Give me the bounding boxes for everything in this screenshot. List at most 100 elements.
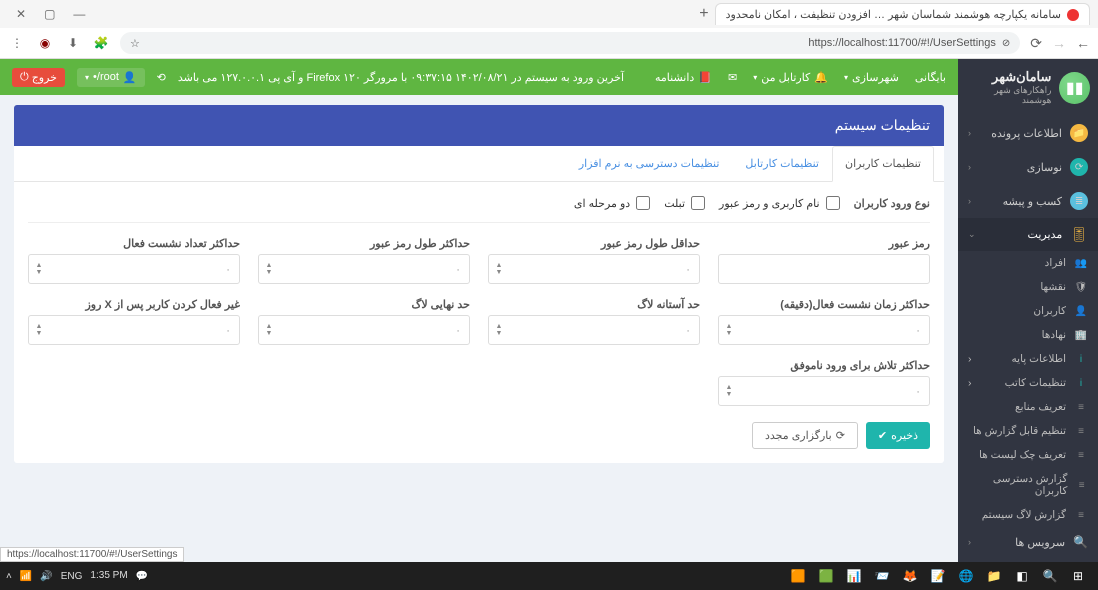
topbar-wiki[interactable]: 📕دانشنامه bbox=[655, 71, 712, 84]
sidebar-item-renovation[interactable]: ⟳نوسازی ‹ bbox=[958, 150, 1098, 184]
user-menu[interactable]: 👤root/• ▾ bbox=[77, 68, 145, 87]
history-icon[interactable]: ⟲ bbox=[157, 71, 166, 84]
task-search-icon[interactable]: 🔍 bbox=[1036, 562, 1064, 590]
taskbar-app[interactable]: 📊 bbox=[840, 562, 868, 590]
stepper[interactable]: ▲▼ bbox=[491, 257, 507, 281]
tray-clock[interactable]: 1:35 PM bbox=[90, 571, 127, 581]
bookmark-icon[interactable]: ☆ bbox=[130, 37, 140, 50]
nav-reload-icon[interactable]: ⟳ bbox=[1030, 35, 1042, 52]
taskbar-app[interactable]: 🟩 bbox=[812, 562, 840, 590]
opt-two-factor[interactable]: دو مرحله ای bbox=[574, 196, 650, 210]
tray-notifications-icon[interactable]: 💬 bbox=[136, 571, 148, 582]
log-final-input[interactable]: ▲▼ bbox=[258, 315, 470, 345]
login-type-row: نوع ورود کاربران نام کاربری و رمز عبور ت… bbox=[28, 196, 930, 223]
sidebar-item-user-access-report[interactable]: ≡گزارش دسترسی کاربران bbox=[958, 467, 1098, 503]
max-session-time-input[interactable]: ▲▼ bbox=[718, 315, 930, 345]
sidebar-item-business[interactable]: ≣کسب و پیشه ‹ bbox=[958, 184, 1098, 218]
sidebar-item-services[interactable]: 🔍سرویس ها ‹ bbox=[958, 527, 1098, 557]
max-session-count-input[interactable]: ▲▼ bbox=[28, 254, 240, 284]
sidebar-item-management[interactable]: 🎚مدیریت ⌄ bbox=[958, 218, 1098, 251]
sidebar-item-define-resources[interactable]: ≡تعریف منابع bbox=[958, 395, 1098, 419]
nav-forward-icon[interactable]: → bbox=[1052, 35, 1066, 51]
min-len-input[interactable]: ▲▼ bbox=[488, 254, 700, 284]
topbar-mail[interactable]: ✉ bbox=[728, 71, 737, 84]
address-bar-row: ← → ⟳ ⊘ https://localhost:11700/#!/UserS… bbox=[0, 28, 1098, 58]
sidebar-item-case-info[interactable]: 📁اطلاعات پرونده ‹ bbox=[958, 116, 1098, 150]
taskbar-app[interactable]: 📝 bbox=[924, 562, 952, 590]
sidebar-item-checklists[interactable]: ≡تعریف چک لیست ها bbox=[958, 443, 1098, 467]
tab-access-settings[interactable]: تنظیمات دسترسی به نرم افزار bbox=[566, 146, 733, 181]
chevron-left-icon: ‹ bbox=[968, 196, 971, 206]
window-maximize[interactable]: ▢ bbox=[44, 7, 55, 21]
field-log-final: حد نهایی لاگ▲▼ bbox=[258, 298, 470, 345]
tab-cartable-settings[interactable]: تنظیمات کارتابل bbox=[732, 146, 832, 181]
reload-icon: ⟳ bbox=[836, 429, 845, 442]
new-tab-button[interactable]: + bbox=[699, 5, 708, 23]
taskbar: ⊞ 🔍 ◧ 📁 🌐 📝 🦊 📨 📊 🟩 🟧 ˄ 📶 🔊 ENG 1:35 PM … bbox=[0, 562, 1098, 590]
reload-button[interactable]: ⟳ بارگزاری مجدد bbox=[752, 422, 858, 449]
url-text: https://localhost:11700/#!/UserSettings bbox=[808, 37, 996, 49]
sidebar-item-roles[interactable]: 🛡نقشها bbox=[958, 275, 1098, 299]
users-icon: 👥 bbox=[1074, 258, 1088, 269]
sidebar-item-syslog-report[interactable]: ≡گزارش لاگ سیستم bbox=[958, 503, 1098, 527]
checkbox[interactable] bbox=[826, 196, 840, 210]
app-root: ▮▮ سامان‌شهر راهکارهای شهر هوشمند 📁اطلاع… bbox=[0, 59, 1098, 563]
stepper[interactable]: ▲▼ bbox=[491, 318, 507, 342]
taskbar-app[interactable]: 🌐 bbox=[952, 562, 980, 590]
extensions-icon[interactable]: 🧩 bbox=[92, 36, 110, 50]
chevron-down-icon: ⌄ bbox=[968, 229, 976, 240]
opt-username-password[interactable]: نام کاربری و رمز عبور bbox=[719, 196, 840, 210]
power-icon: ⏻ bbox=[20, 71, 29, 84]
taskbar-app[interactable]: 📨 bbox=[868, 562, 896, 590]
max-len-input[interactable]: ▲▼ bbox=[258, 254, 470, 284]
window-close[interactable]: ✕ bbox=[16, 7, 26, 21]
checkbox[interactable] bbox=[691, 196, 705, 210]
brand-name: سامان‌شهر bbox=[966, 69, 1051, 85]
deactivate-after-input[interactable]: ▲▼ bbox=[28, 315, 240, 345]
sidebar-item-users[interactable]: 👤کاربران bbox=[958, 299, 1098, 323]
user-icon: 👤 bbox=[123, 71, 137, 84]
stepper[interactable]: ▲▼ bbox=[261, 257, 277, 281]
tray-sound-icon[interactable]: 🔊 bbox=[40, 571, 52, 582]
tray-wifi-icon[interactable]: 📶 bbox=[20, 571, 32, 582]
tab-user-settings[interactable]: تنظیمات کاربران bbox=[832, 146, 934, 182]
tray-lang[interactable]: ENG bbox=[61, 571, 83, 582]
sidebar-item-kateb-settings[interactable]: iتنظیمات کاتب‹ bbox=[958, 371, 1098, 395]
password-input[interactable] bbox=[718, 254, 930, 284]
menu-icon[interactable]: ⋮ bbox=[8, 36, 26, 50]
stepper[interactable]: ▲▼ bbox=[721, 379, 737, 403]
sidebar-item-entities[interactable]: 🏢نهادها bbox=[958, 323, 1098, 347]
stepper[interactable]: ▲▼ bbox=[261, 318, 277, 342]
book-icon: 📕 bbox=[698, 71, 712, 84]
tray-chevron-icon[interactable]: ˄ bbox=[6, 571, 12, 582]
checkbox[interactable] bbox=[636, 196, 650, 210]
opt-tablet[interactable]: تبلت bbox=[664, 196, 705, 210]
sidebar-item-report-config[interactable]: ≡تنظیم قابل گزارش ها bbox=[958, 419, 1098, 443]
topbar-user-area: ⟲ 👤root/• ▾ خروج⏻ bbox=[12, 68, 166, 87]
logout-button[interactable]: خروج⏻ bbox=[12, 68, 65, 87]
address-bar[interactable]: ⊘ https://localhost:11700/#!/UserSetting… bbox=[120, 32, 1020, 54]
stepper[interactable]: ▲▼ bbox=[31, 318, 47, 342]
taskbar-app[interactable]: 📁 bbox=[980, 562, 1008, 590]
topbar-cartable[interactable]: 🔔کارتابل من ▾ bbox=[753, 71, 828, 84]
task-view-icon[interactable]: ◧ bbox=[1008, 562, 1036, 590]
log-threshold-input[interactable]: ▲▼ bbox=[488, 315, 700, 345]
taskbar-app[interactable]: 🟧 bbox=[784, 562, 812, 590]
stepper[interactable]: ▲▼ bbox=[721, 318, 737, 342]
save-button[interactable]: ذخیره ✔ bbox=[866, 422, 930, 449]
window-minimize[interactable]: — bbox=[73, 7, 85, 21]
system-tray[interactable]: ˄ 📶 🔊 ENG 1:35 PM 💬 bbox=[6, 571, 148, 582]
start-icon[interactable]: ⊞ bbox=[1064, 562, 1092, 590]
browser-chrome: سامانه یکپارچه هوشمند شماسان شهر … افزود… bbox=[0, 0, 1098, 59]
topbar-link-archive[interactable]: بایگانی bbox=[915, 71, 946, 84]
sidebar-item-base-info[interactable]: iاطلاعات پایه‹ bbox=[958, 347, 1098, 371]
stepper[interactable]: ▲▼ bbox=[31, 257, 47, 281]
download-icon[interactable]: ⬇ bbox=[64, 36, 82, 50]
browser-tab[interactable]: سامانه یکپارچه هوشمند شماسان شهر … افزود… bbox=[715, 3, 1090, 25]
taskbar-app[interactable]: 🦊 bbox=[896, 562, 924, 590]
ublock-icon[interactable]: ◉ bbox=[36, 36, 54, 50]
nav-back-icon[interactable]: ← bbox=[1076, 35, 1090, 51]
topbar-link-urban[interactable]: شهرسازی ▾ bbox=[844, 71, 899, 84]
sidebar-item-people[interactable]: 👥افراد bbox=[958, 251, 1098, 275]
max-failed-input[interactable]: ▲▼ bbox=[718, 376, 930, 406]
